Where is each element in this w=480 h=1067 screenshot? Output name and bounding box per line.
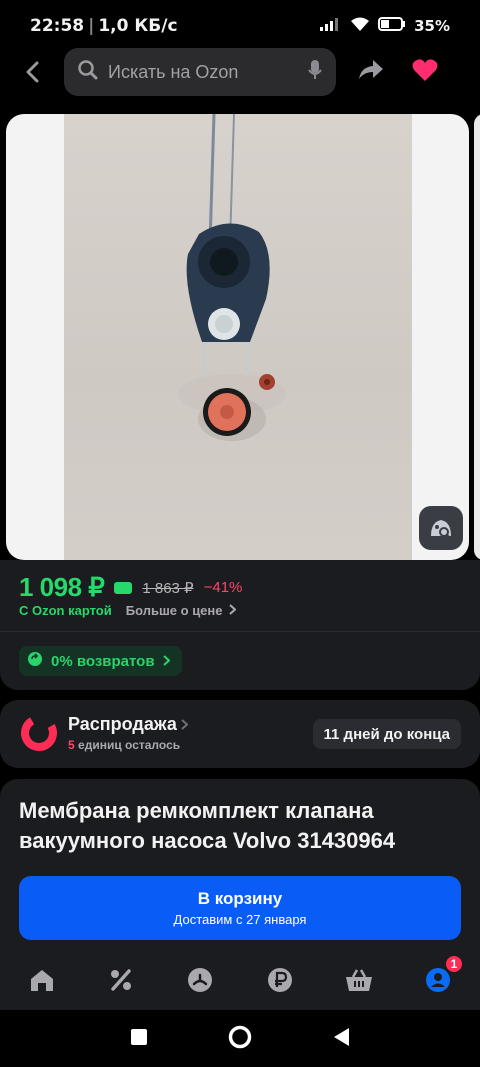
profile-badge: 1	[443, 954, 464, 974]
ozon-card-label: С Ozon картой	[19, 603, 112, 618]
chevron-right-icon	[162, 653, 171, 670]
returns-chip[interactable]: 0% возвратов	[19, 646, 182, 676]
days-left-chip: 11 дней до конца	[312, 719, 461, 749]
search-icon	[78, 60, 98, 84]
add-to-cart-button[interactable]: В корзину Доставим с 27 января	[19, 876, 461, 940]
return-arrow-icon	[27, 651, 43, 671]
price-panel: 1 098 ₽ 1 863 ₽ −41% С Ozon картой Больш…	[0, 560, 480, 690]
next-image-peek[interactable]	[474, 114, 480, 560]
system-nav-bar	[0, 1010, 480, 1067]
price-discount: −41%	[203, 579, 243, 596]
status-time: 22:58	[30, 16, 85, 36]
sale-title: Распродажа	[68, 714, 177, 734]
chevron-right-icon	[228, 603, 236, 618]
back-triangle-icon[interactable]	[332, 1027, 350, 1051]
network-speed: 1,0 КБ/с	[98, 16, 178, 36]
battery-icon	[378, 17, 406, 35]
image-search-icon[interactable]	[419, 506, 463, 550]
cart-basket-icon[interactable]	[345, 966, 373, 994]
bottom-nav: 1	[0, 950, 480, 1010]
heart-icon[interactable]	[412, 58, 438, 86]
divider	[0, 631, 480, 632]
price-old: 1 863 ₽	[142, 579, 194, 597]
profile-icon[interactable]: 1	[424, 954, 464, 994]
signal-icon	[320, 17, 342, 35]
product-title: Мембрана ремкомплект клапана вакуумного …	[19, 798, 396, 853]
microphone-icon[interactable]	[308, 60, 322, 84]
ozon-card-icon	[114, 581, 133, 594]
chevron-right-icon	[181, 714, 189, 735]
status-bar: 22:58 | 1,0 КБ/с 35%	[30, 16, 450, 36]
sale-panel[interactable]: Распродажа 5 единиц осталось 11 дней до …	[0, 700, 480, 768]
battery-level: 35%	[414, 17, 450, 35]
wifi-icon	[350, 17, 370, 36]
more-price-link[interactable]: Больше о цене	[126, 603, 236, 618]
ruble-icon[interactable]	[266, 966, 294, 994]
percent-icon[interactable]	[107, 966, 135, 994]
fresh-icon[interactable]	[186, 966, 214, 994]
product-photo	[64, 114, 412, 560]
home-icon[interactable]	[28, 966, 56, 994]
recents-icon[interactable]	[130, 1028, 148, 1050]
price-current: 1 098 ₽	[19, 572, 105, 602]
search-input[interactable]: Искать на Ozon	[64, 48, 336, 96]
cart-button-label: В корзину	[197, 889, 283, 908]
sale-ring-icon	[21, 715, 57, 751]
home-circle-icon[interactable]	[228, 1025, 252, 1053]
product-image-card[interactable]	[6, 114, 469, 560]
share-icon[interactable]	[358, 59, 384, 85]
cart-delivery-label: Доставим с 27 января	[173, 912, 307, 927]
search-placeholder: Искать на Ozon	[108, 61, 239, 82]
returns-label: 0% возвратов	[51, 652, 155, 670]
units-left: 5 единиц осталось	[68, 738, 181, 752]
top-bar: Искать на Ozon	[0, 47, 480, 97]
arrow-left-icon[interactable]	[0, 47, 64, 97]
